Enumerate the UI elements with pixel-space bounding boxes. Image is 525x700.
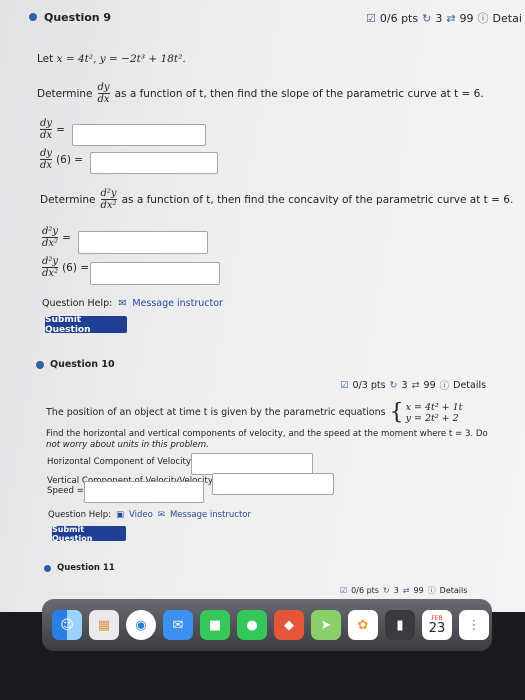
question-11-title: Question 11 xyxy=(57,563,115,573)
retries-icon: ⇄ xyxy=(446,11,456,25)
app-icon[interactable]: ▮ xyxy=(385,610,415,640)
question-9-score: 0/6 pts xyxy=(379,11,419,25)
d2y-dx2-input[interactable] xyxy=(78,231,208,254)
dy-dx-at-6-input[interactable] xyxy=(90,152,218,174)
info-icon[interactable]: ⓘ xyxy=(478,10,489,26)
browser-page: Question 9 ☑ 0/6 pts ↻ 3 ⇄ 99 ⓘ Detai Le… xyxy=(0,0,525,612)
facetime-icon[interactable]: ■ xyxy=(200,610,230,640)
question-10-meta: ☑ 0/3 pts ↻ 3 ⇄ 99 ⓘ Details xyxy=(340,378,486,393)
vertical-velocity-input[interactable] xyxy=(212,473,334,495)
question-9-message-instructor-link[interactable]: Message instructor xyxy=(132,298,223,309)
question-bullet xyxy=(29,13,37,21)
question-10-video-link[interactable]: Video xyxy=(129,510,153,520)
question-9-title: Question 9 xyxy=(44,11,112,24)
reminders-icon[interactable]: ⋮ xyxy=(459,610,489,640)
dy-dx-label: dy dx = xyxy=(40,118,65,141)
question-10-attempts: 3 xyxy=(401,379,408,391)
speed-label: Speed = xyxy=(47,486,84,496)
score-icon: ☑ xyxy=(340,586,348,595)
mail-icon: ✉ xyxy=(157,510,165,520)
score-icon: ☑ xyxy=(340,379,349,391)
finder-icon[interactable]: ☺ xyxy=(52,610,82,640)
question-9-meta: ☑ 0/6 pts ↻ 3 ⇄ 99 ⓘ Detai xyxy=(366,10,522,26)
question-10-line3: not worry about units in this problem. xyxy=(46,440,209,450)
question-9-attempts: 3 xyxy=(435,11,443,25)
attempts-icon: ↻ xyxy=(382,586,390,595)
d2y-dx2-at-6-label: d²y dx² (6) = xyxy=(42,256,90,279)
info-icon[interactable]: ⓘ xyxy=(428,585,436,596)
question-10-submit-button[interactable]: Submit Question xyxy=(52,525,126,543)
photos-icon[interactable]: ✿ xyxy=(348,610,378,640)
retries-icon: ⇄ xyxy=(411,379,420,391)
question-10-title: Question 10 xyxy=(50,359,115,370)
horizontal-velocity-input[interactable] xyxy=(191,453,313,475)
question-9-retries: 99 xyxy=(459,11,474,25)
question-10-line2: Find the horizontal and vertical compone… xyxy=(46,429,488,439)
question-10-help: Question Help: ▣ Video ✉ Message instruc… xyxy=(48,510,252,520)
question-11-meta: ☑ 0/6 pts ↻ 3 ⇄ 99 ⓘ Details xyxy=(340,585,467,596)
question-9-submit-button[interactable]: Submit Question xyxy=(45,315,127,335)
question-9-part1-prompt: Determine dy dx as a function of t, then … xyxy=(37,82,484,105)
question-9-given: Let x = 4t², y = −2t³ + 18t². xyxy=(37,53,186,65)
attempts-icon: ↻ xyxy=(422,11,432,25)
question-11-attempts: 3 xyxy=(393,586,399,595)
question-10-message-instructor-link[interactable]: Message instructor xyxy=(170,510,251,520)
horizontal-velocity-label: Horizontal Component of Velocity = xyxy=(47,457,201,467)
dock: ☺ ▦ ◉ ✉ ■ ● ◆ ➤ ✿ ▮ FEB 23 ⋮ xyxy=(42,599,492,651)
chrome-icon[interactable]: ◉ xyxy=(126,610,156,640)
maps-icon[interactable]: ➤ xyxy=(311,610,341,640)
dy-dx-fraction: dy dx xyxy=(97,82,110,105)
speed-input[interactable] xyxy=(84,481,204,503)
mail-app-icon[interactable]: ✉ xyxy=(163,610,193,640)
score-icon: ☑ xyxy=(366,11,376,25)
mail-icon: ✉ xyxy=(118,298,127,309)
question-11-retries: 99 xyxy=(413,586,424,595)
info-icon[interactable]: ⓘ xyxy=(440,378,450,392)
dy-dx-at-6-label: dy dx (6) = xyxy=(40,148,84,171)
d2y-dx2-at-6-input[interactable] xyxy=(90,262,220,285)
question-10-line1: The position of an object at time t is g… xyxy=(46,400,463,425)
question-11-details-link[interactable]: Details xyxy=(440,586,468,595)
notification-app-icon[interactable]: ◆ xyxy=(274,610,304,640)
attempts-icon: ↻ xyxy=(389,379,398,391)
parametric-equations: { x = 4t² + 1t y = 2t² + 2 xyxy=(389,400,463,425)
question-10-details-link[interactable]: Details xyxy=(453,380,486,391)
d2y-dx2-label: d²y dx² = xyxy=(42,226,71,249)
retries-icon: ⇄ xyxy=(402,586,410,595)
question-9-part2-prompt: Determine d²y dx² as a function of t, the… xyxy=(40,188,514,211)
dy-dx-input[interactable] xyxy=(72,124,206,146)
question-9-help: Question Help: ✉ Message instructor xyxy=(42,298,223,309)
question-bullet xyxy=(36,361,44,369)
question-10-retries: 99 xyxy=(423,379,436,391)
question-11-score: 0/6 pts xyxy=(351,586,379,595)
calendar-icon[interactable]: FEB 23 xyxy=(422,610,452,640)
question-10-score: 0/3 pts xyxy=(352,379,386,391)
messages-icon[interactable]: ● xyxy=(237,610,267,640)
question-9-details-link[interactable]: Detai xyxy=(493,12,522,25)
d2y-dx2-fraction: d²y dx² xyxy=(100,188,117,211)
question-bullet xyxy=(44,565,51,572)
calendar-day: 23 xyxy=(428,620,446,636)
launchpad-icon[interactable]: ▦ xyxy=(89,610,119,640)
video-icon: ▣ xyxy=(115,510,124,520)
